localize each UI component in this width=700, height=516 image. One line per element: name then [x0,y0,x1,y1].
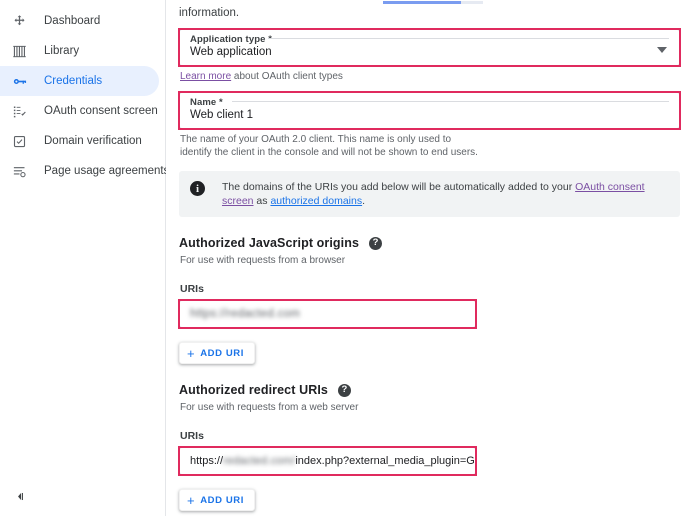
sidebar-item-dashboard[interactable]: Dashboard [0,6,159,36]
info-icon: i [190,181,205,196]
help-icon[interactable]: ? [337,383,351,397]
consent-checklist-icon [12,103,34,119]
redirect-uris-subtitle: For use with requests from a web server [180,402,359,413]
domain-verification-icon [12,133,34,149]
name-legend: Name * [190,97,228,108]
name-value: Web client 1 [190,109,254,121]
info-banner-text: The domains of the URIs you add below wi… [222,180,668,208]
sidebar-item-label: Domain verification [44,135,142,147]
redirect-uri-wrap: https://redacted.com/index.php?external_… [178,446,477,476]
info-banner: i The domains of the URIs you add below … [179,171,680,217]
sidebar-item-domain-verification[interactable]: Domain verification [0,126,159,156]
application-type-field-wrap: Application type * Web application [178,28,681,67]
javascript-origins-header: Authorized JavaScript origins ? [179,236,680,250]
application-type-select[interactable]: Application type * Web application [179,29,680,66]
application-type-value: Web application [190,46,272,58]
chevron-down-icon[interactable] [657,47,667,53]
javascript-origins-uri-wrap: https://redacted.com [178,299,477,329]
sidebar-item-label: OAuth consent screen [44,105,158,117]
sidebar-item-label: Page usage agreements [44,165,170,177]
application-type-legend: Application type * [190,34,278,45]
add-uri-label: ADD URI [200,347,244,359]
key-icon [12,73,34,89]
redirect-uris-uris-label: URIs [180,430,204,442]
chevron-left-icon [17,492,23,500]
intro-text: information. [179,7,240,19]
learn-more-link[interactable]: Learn more [180,71,231,82]
javascript-origins-uri-input[interactable]: https://redacted.com [179,300,476,328]
sidebar-item-label: Credentials [44,75,103,87]
sidebar-item-oauth-consent-screen[interactable]: OAuth consent screen [0,96,159,126]
plus-icon: + [187,345,196,361]
library-icon [12,43,34,59]
collapse-sidebar-button[interactable] [10,486,30,506]
dashboard-icon [12,13,34,29]
application-type-helper: Learn more about OAuth client types [180,70,680,83]
redirect-uri-input[interactable]: https://redacted.com/index.php?external_… [179,447,476,475]
javascript-origins-uris-label: URIs [180,283,204,295]
help-icon[interactable]: ? [369,236,383,250]
add-uri-button-javascript-origins[interactable]: + ADD URI [179,342,255,364]
info-text-part1: The domains of the URIs you add below wi… [222,181,576,193]
redirect-uri-blurred-domain: redacted.com/ [223,455,296,467]
add-uri-button-redirect-uris[interactable]: + ADD URI [179,489,255,511]
plus-icon: + [187,492,196,508]
sidebar-item-label: Library [44,45,80,57]
javascript-origins-title: Authorized JavaScript origins [179,236,360,250]
name-field-wrap: Name * Web client 1 [178,91,681,130]
google-cloud-credentials-page: Dashboard Library Credentials OAuth cons… [0,0,700,516]
name-helper-text: The name of your OAuth 2.0 client. This … [180,134,478,158]
authorized-domains-link[interactable]: authorized domains [270,195,362,207]
redirect-uris-title: Authorized redirect URIs [179,383,328,397]
info-text-part2: as [253,195,271,207]
name-input[interactable]: Name * Web client 1 [179,92,680,129]
redirect-uri-prefix: https:// [190,455,224,467]
sidebar-navigation: Dashboard Library Credentials OAuth cons… [0,0,169,516]
javascript-origins-subtitle: For use with requests from a browser [180,255,346,266]
sidebar-item-page-usage-agreements[interactable]: Page usage agreements [0,156,169,186]
page-usage-agreements-icon [12,163,34,179]
application-type-helper-rest: about OAuth client types [231,71,343,82]
top-progress-bar [383,1,483,4]
redirect-uri-suffix: index.php?external_media_plugin=GoogleDr… [295,455,475,467]
sidebar-item-library[interactable]: Library [0,36,159,66]
add-uri-label: ADD URI [200,494,244,506]
sidebar-item-credentials[interactable]: Credentials [0,66,159,96]
main-content: information. Application type * Web appl… [166,0,700,516]
sidebar-item-label: Dashboard [44,15,101,27]
javascript-origins-uri-value: https://redacted.com [190,307,301,320]
redirect-uris-header: Authorized redirect URIs ? [179,383,680,397]
info-text-part3: . [362,195,366,207]
